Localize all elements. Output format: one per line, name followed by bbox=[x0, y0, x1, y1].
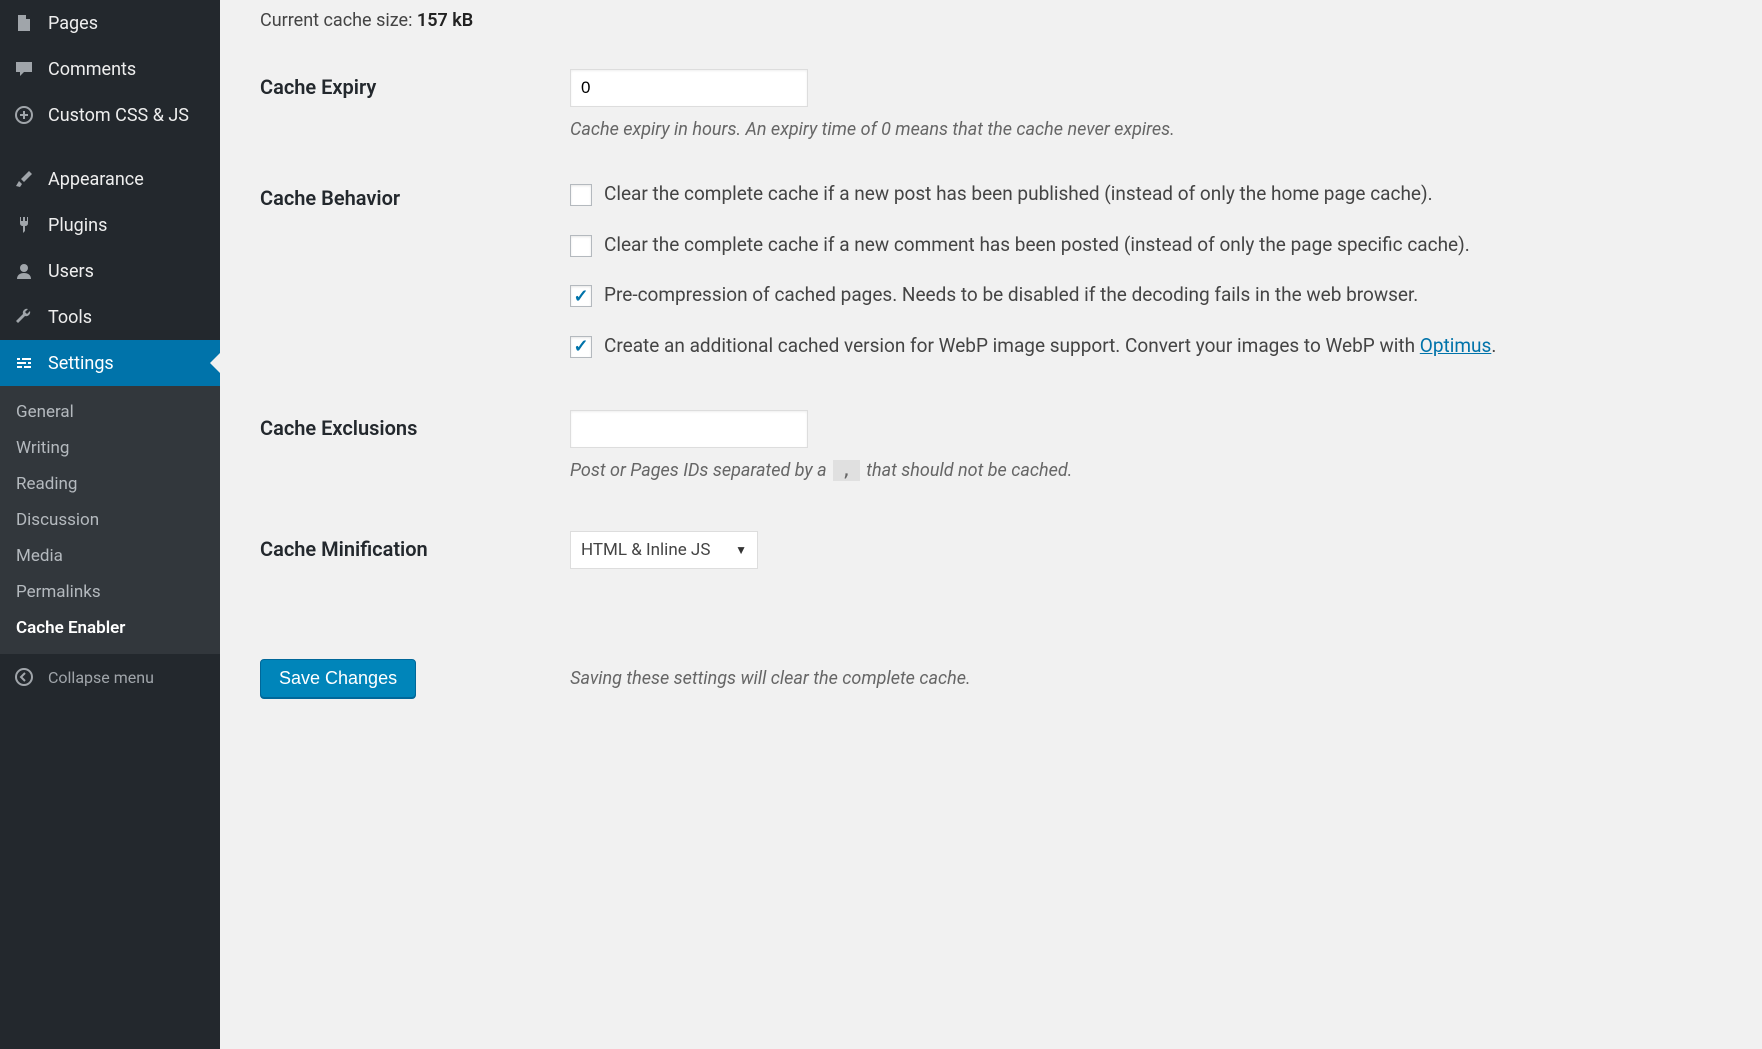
row-cache-expiry: Cache Expiry Cache expiry in hours. An e… bbox=[260, 69, 1722, 140]
sidebar-item-label: Appearance bbox=[48, 169, 144, 190]
collapse-menu[interactable]: Collapse menu bbox=[0, 654, 220, 700]
sidebar-item-label: Plugins bbox=[48, 215, 107, 236]
checkbox-icon[interactable] bbox=[570, 235, 592, 257]
cache-exclusions-input[interactable] bbox=[570, 410, 808, 448]
cache-size-label: Current cache size: bbox=[260, 10, 417, 31]
sidebar-item-label: Pages bbox=[48, 13, 98, 34]
sliders-icon bbox=[12, 351, 36, 375]
save-row: Save Changes Saving these settings will … bbox=[260, 659, 1722, 698]
sidebar-item-label: Users bbox=[48, 261, 94, 282]
cache-size-value: 157 kB bbox=[417, 10, 473, 31]
checkbox-icon[interactable] bbox=[570, 184, 592, 206]
sidebar-item-settings[interactable]: Settings bbox=[0, 340, 220, 386]
row-cache-behavior: Cache Behavior Clear the complete cache … bbox=[260, 180, 1722, 360]
settings-content: Current cache size: 157 kB Cache Expiry … bbox=[220, 0, 1762, 1049]
label-cache-expiry: Cache Expiry bbox=[260, 69, 570, 99]
sidebar-item-tools[interactable]: Tools bbox=[0, 294, 220, 340]
submenu-reading[interactable]: Reading bbox=[0, 466, 220, 502]
comments-icon bbox=[12, 57, 36, 81]
settings-submenu: General Writing Reading Discussion Media… bbox=[0, 386, 220, 654]
sidebar-item-comments[interactable]: Comments bbox=[0, 46, 220, 92]
collapse-icon bbox=[12, 665, 36, 689]
sidebar-item-label: Custom CSS & JS bbox=[48, 105, 189, 126]
label-cache-exclusions: Cache Exclusions bbox=[260, 410, 570, 440]
submenu-permalinks[interactable]: Permalinks bbox=[0, 574, 220, 610]
submenu-media[interactable]: Media bbox=[0, 538, 220, 574]
cache-expiry-desc: Cache expiry in hours. An expiry time of… bbox=[570, 119, 1722, 140]
chk-precompression[interactable]: Pre-compression of cached pages. Needs t… bbox=[570, 281, 1722, 310]
chk-label: Clear the complete cache if a new commen… bbox=[604, 231, 1470, 260]
sidebar-item-pages[interactable]: Pages bbox=[0, 0, 220, 46]
sidebar-item-custom-css-js[interactable]: Custom CSS & JS bbox=[0, 92, 220, 138]
chk-label: Create an additional cached version for … bbox=[604, 332, 1496, 361]
brush-icon bbox=[12, 167, 36, 191]
collapse-label: Collapse menu bbox=[48, 668, 154, 687]
submenu-general[interactable]: General bbox=[0, 394, 220, 430]
chk-clear-on-post[interactable]: Clear the complete cache if a new post h… bbox=[570, 180, 1722, 209]
cache-size-line: Current cache size: 157 kB bbox=[260, 10, 1722, 31]
select-value: HTML & Inline JS bbox=[581, 540, 710, 560]
save-note: Saving these settings will clear the com… bbox=[570, 668, 971, 689]
chk-clear-on-comment[interactable]: Clear the complete cache if a new commen… bbox=[570, 231, 1722, 260]
cache-expiry-input[interactable] bbox=[570, 69, 808, 107]
comma-chip: , bbox=[833, 460, 860, 481]
save-changes-button[interactable]: Save Changes bbox=[260, 659, 416, 698]
chk-label: Pre-compression of cached pages. Needs t… bbox=[604, 281, 1418, 310]
admin-sidebar: Pages Comments Custom CSS & JS Appearanc… bbox=[0, 0, 220, 1049]
checkbox-icon[interactable] bbox=[570, 336, 592, 358]
label-cache-minification: Cache Minification bbox=[260, 531, 570, 561]
cache-exclusions-desc: Post or Pages IDs separated by a , that … bbox=[570, 460, 1722, 481]
row-cache-exclusions: Cache Exclusions Post or Pages IDs separ… bbox=[260, 410, 1722, 481]
plus-circle-icon bbox=[12, 103, 36, 127]
sidebar-item-users[interactable]: Users bbox=[0, 248, 220, 294]
sidebar-item-label: Comments bbox=[48, 59, 136, 80]
row-cache-minification: Cache Minification HTML & Inline JS bbox=[260, 531, 1722, 569]
checkbox-icon[interactable] bbox=[570, 285, 592, 307]
submenu-cache-enabler[interactable]: Cache Enabler bbox=[0, 610, 220, 646]
cache-minification-select[interactable]: HTML & Inline JS bbox=[570, 531, 758, 569]
sidebar-item-plugins[interactable]: Plugins bbox=[0, 202, 220, 248]
label-cache-behavior: Cache Behavior bbox=[260, 180, 570, 210]
chk-webp[interactable]: Create an additional cached version for … bbox=[570, 332, 1722, 361]
sidebar-item-label: Tools bbox=[48, 307, 92, 328]
optimus-link[interactable]: Optimus bbox=[1420, 334, 1492, 357]
user-icon bbox=[12, 259, 36, 283]
plug-icon bbox=[12, 213, 36, 237]
submenu-discussion[interactable]: Discussion bbox=[0, 502, 220, 538]
wrench-icon bbox=[12, 305, 36, 329]
sidebar-item-label: Settings bbox=[48, 353, 114, 374]
submenu-writing[interactable]: Writing bbox=[0, 430, 220, 466]
chk-label: Clear the complete cache if a new post h… bbox=[604, 180, 1433, 209]
sidebar-item-appearance[interactable]: Appearance bbox=[0, 156, 220, 202]
pages-icon bbox=[12, 11, 36, 35]
